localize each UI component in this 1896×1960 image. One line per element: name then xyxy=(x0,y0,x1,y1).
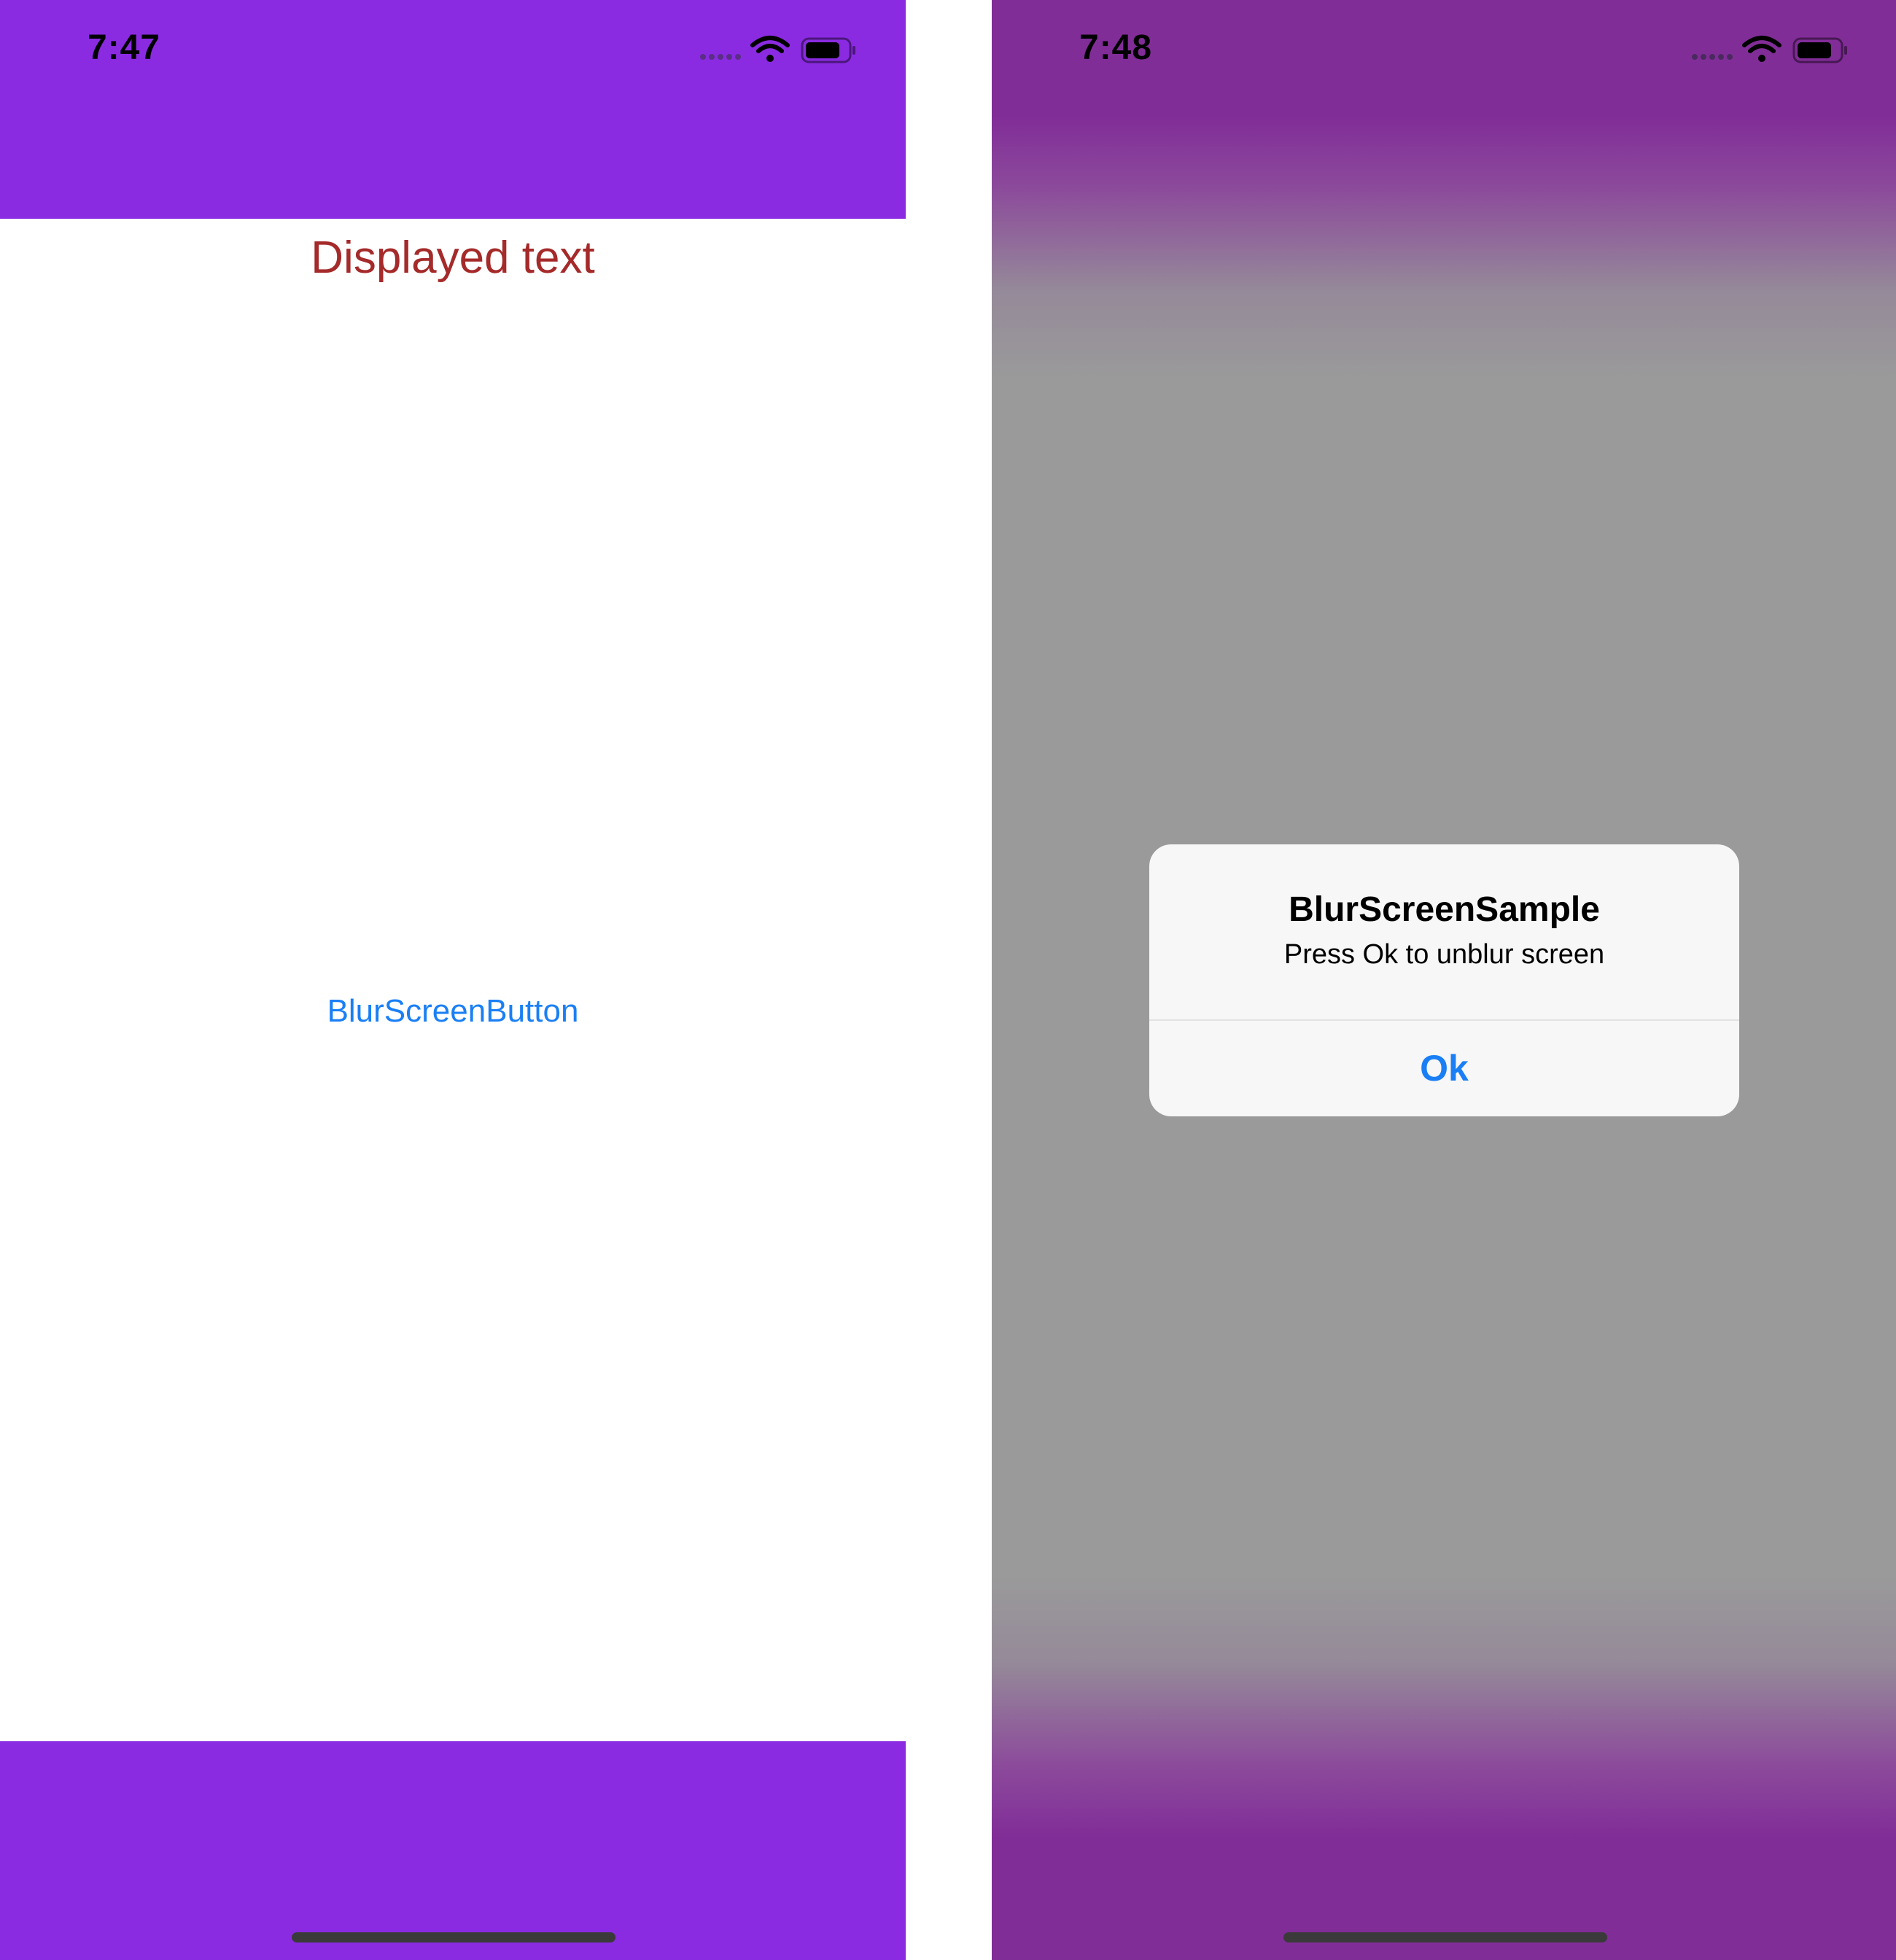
home-indicator[interactable] xyxy=(292,1932,615,1942)
wifi-icon xyxy=(750,36,790,62)
alert-ok-button[interactable]: Ok xyxy=(1149,1021,1739,1116)
status-time: 7:48 xyxy=(1079,28,1153,67)
alert-message: Press Ok to unblur screen xyxy=(1283,939,1605,970)
status-icons xyxy=(1690,35,1851,64)
home-indicator[interactable] xyxy=(1283,1932,1607,1942)
battery-icon xyxy=(1792,37,1847,63)
status-icons xyxy=(699,35,859,64)
displayed-text-label: Displayed text xyxy=(311,233,595,283)
wifi-icon xyxy=(1742,36,1782,62)
status-time: 7:47 xyxy=(88,28,161,67)
phone-screen-normal: 7:47 Displayed text BlurScreenButton xyxy=(0,0,906,1960)
signal-dots-icon xyxy=(700,54,741,60)
phone-screen-blurred: 7:48 BlurScreenSample Press Ok to unblur… xyxy=(992,0,1896,1960)
bottom-bar xyxy=(0,1741,906,1960)
alert-dialog: BlurScreenSample Press Ok to unblur scre… xyxy=(1149,844,1739,1116)
signal-dots-icon xyxy=(1692,54,1733,60)
alert-title: BlurScreenSample xyxy=(1289,890,1600,929)
battery-icon xyxy=(801,37,855,63)
blur-screen-button[interactable]: BlurScreenButton xyxy=(0,993,906,1030)
